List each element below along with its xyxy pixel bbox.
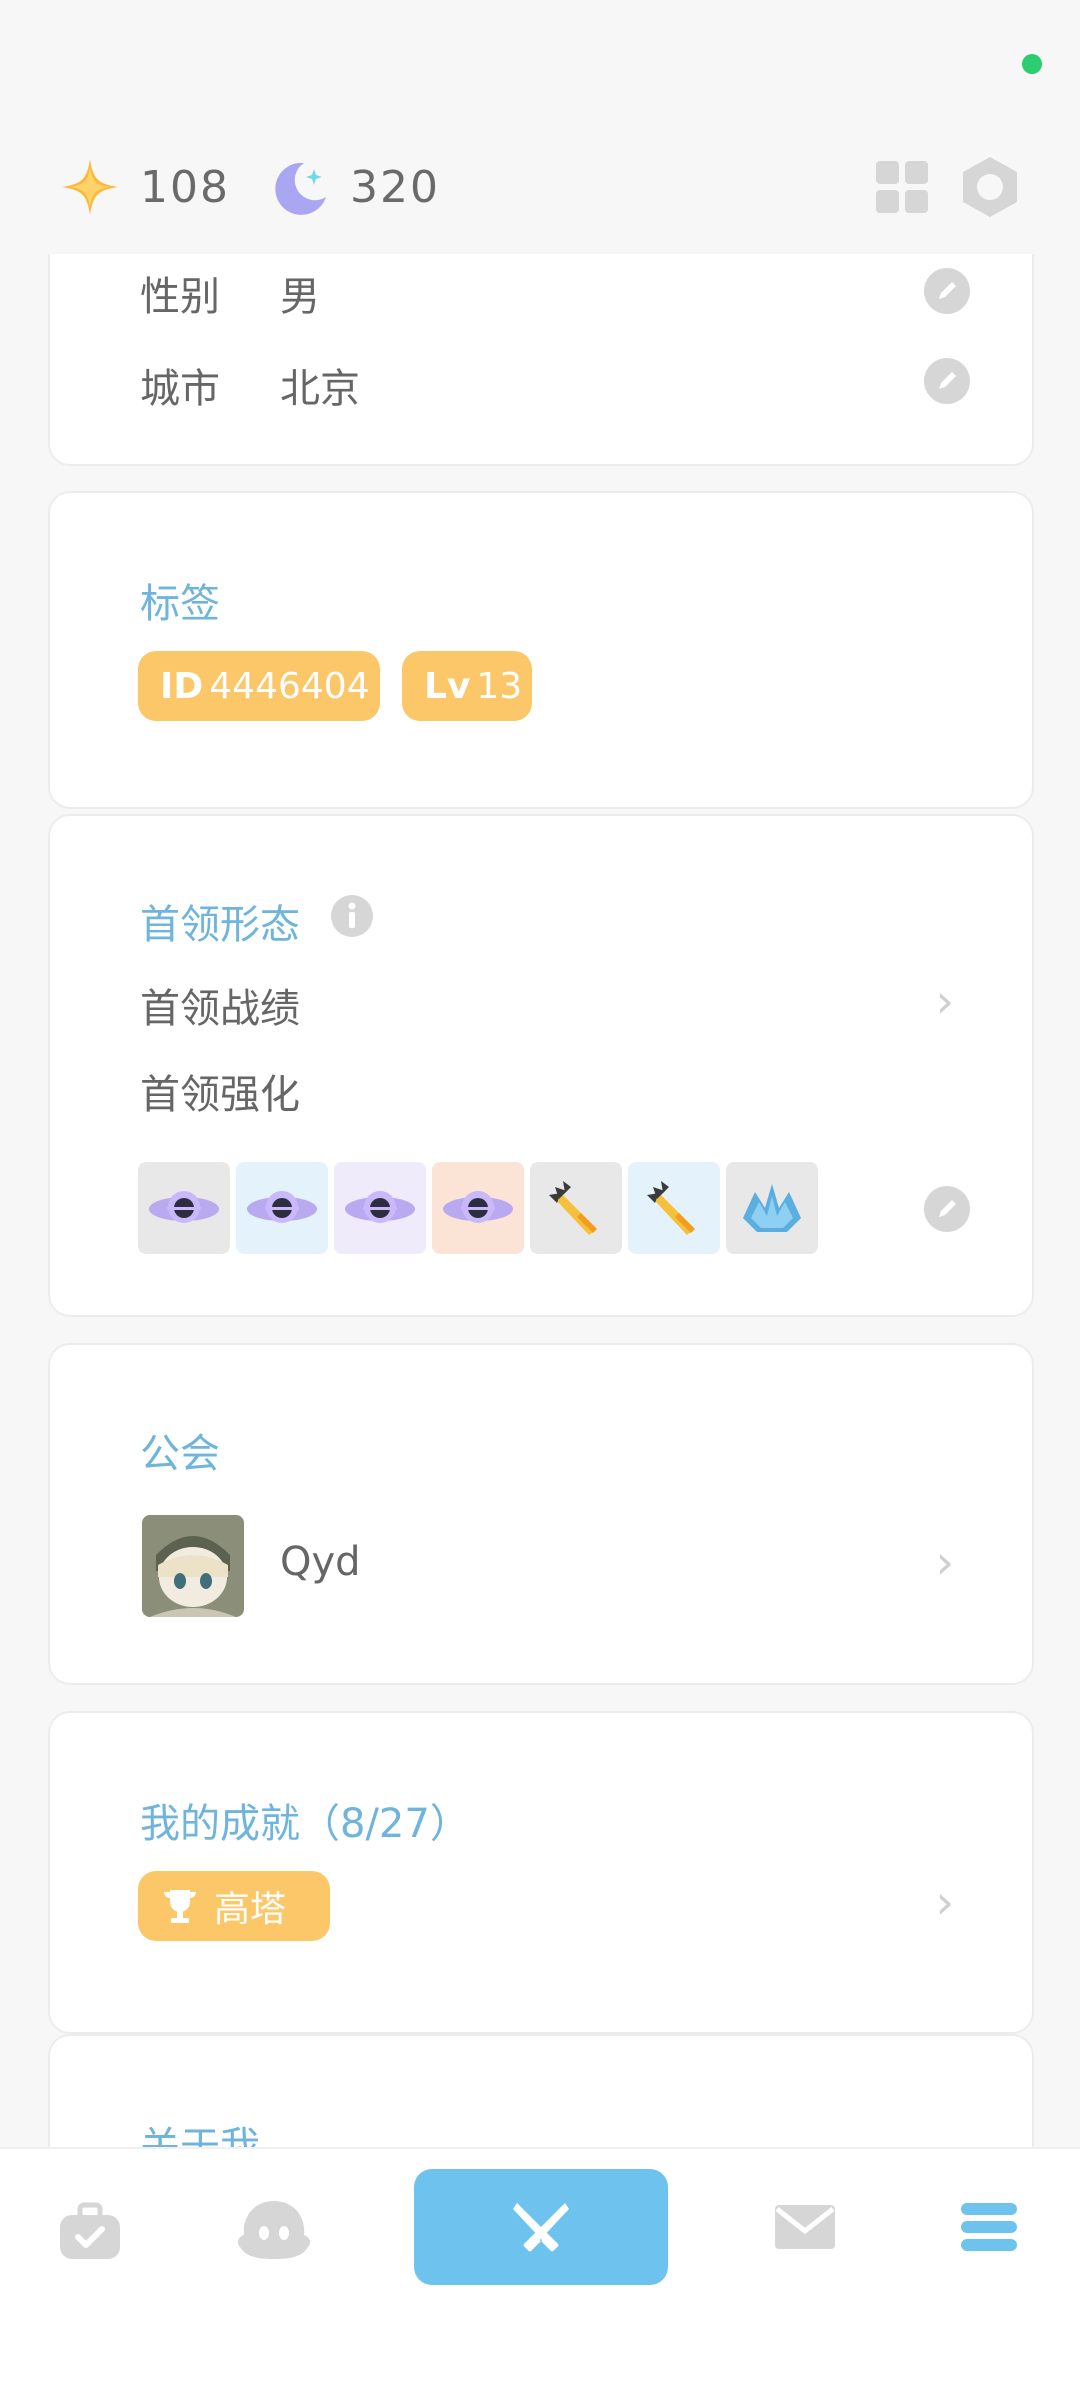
star-currency-icon [62,159,118,215]
guild-title: 公会 [140,1431,220,1477]
boss-record-label: 首领战绩 [140,986,300,1032]
level-tag-prefix: Lv [424,665,471,707]
edit-boss-button[interactable] [924,1186,970,1232]
guild-avatar-image [142,1515,244,1617]
level-tag: Lv 13 [402,651,532,721]
boss-item[interactable] [628,1162,720,1254]
boss-item[interactable] [236,1162,328,1254]
id-tag: ID 4446404 [138,651,380,721]
tags-card: 标签 ID 4446404 Lv 13 [48,491,1034,809]
moon-currency-value: 320 [349,161,440,213]
pencil-icon [939,372,956,389]
nav-bag[interactable] [56,2197,124,2265]
hexagon-icon[interactable] [960,155,1020,219]
edit-city-button[interactable] [924,358,970,404]
edit-gender-button[interactable] [924,268,970,314]
character-icon [237,2201,311,2259]
black-hole-boss-icon [247,1191,317,1223]
id-tag-value: 4446404 [209,665,370,707]
profile-scroll[interactable]: 性别 男 城市 北京 标签 ID 4446404 Lv 13 首领形态 首领战绩 [0,254,1080,2147]
nav-battle[interactable] [414,2169,668,2285]
city-label: 城市 [140,366,220,412]
id-tag-prefix: ID [160,665,204,707]
boss-item[interactable] [726,1162,818,1254]
pencil-icon [939,1200,956,1217]
moon-currency[interactable]: 320 [270,157,440,217]
star-currency-value: 108 [140,161,230,213]
black-hole-boss-icon [345,1191,415,1223]
guild-avatar [142,1515,244,1617]
chevron-right-icon: › [935,1875,954,1929]
guild-name: Qyd [280,1539,361,1585]
nav-menu[interactable] [958,2199,1020,2255]
top-bar: 108 320 [0,120,1080,254]
rocket-boss-icon [647,1181,695,1235]
achievements-row[interactable]: 高塔 › [50,1871,1032,1943]
achievements-card: 我的成就（8/27） 高塔 › [48,1711,1034,2034]
menu-icon [961,2203,1017,2251]
moon-currency-icon [275,162,326,215]
about-card: 关于我 [48,2034,1034,2147]
boss-item[interactable] [334,1162,426,1254]
grid-icon[interactable] [874,159,930,215]
basic-info-card: 性别 男 城市 北京 [48,254,1034,466]
tags-title: 标签 [140,581,220,627]
guild-card: 公会 Qyd › [48,1343,1034,1685]
guild-row[interactable]: Qyd › [50,1515,1032,1617]
star-currency[interactable]: 108 [60,157,230,217]
bag-icon [60,2202,120,2259]
chevron-right-icon: › [935,974,954,1028]
black-hole-boss-icon [149,1191,219,1223]
bottom-navigation [0,2147,1080,2400]
boss-list [138,1162,938,1254]
trophy-icon [164,1890,196,1923]
nav-mail[interactable] [772,2201,838,2253]
status-indicator [1022,54,1042,74]
rocket-boss-icon [549,1181,597,1235]
black-hole-boss-icon [443,1191,513,1223]
info-icon[interactable] [330,894,374,938]
about-title: 关于我 [140,2124,260,2147]
boss-enhance-label: 首领强化 [140,1072,300,1118]
gender-label: 性别 [140,274,220,320]
mail-icon [775,2205,835,2249]
city-value: 北京 [280,366,360,412]
ice-crystal-boss-icon [743,1184,801,1232]
boss-item[interactable] [432,1162,524,1254]
nav-character[interactable] [236,2193,312,2265]
achievements-title: 我的成就（8/27） [140,1801,470,1847]
gender-value: 男 [280,274,320,320]
pencil-icon [939,282,956,299]
tower-achievement-label: 高塔 [214,1889,287,1930]
boss-record-row[interactable]: 首领战绩 › [50,974,1032,1040]
boss-form-card: 首领形态 首领战绩 › 首领强化 [48,814,1034,1317]
chevron-right-icon: › [935,1535,954,1589]
level-tag-value: 13 [476,665,523,707]
tower-achievement-badge: 高塔 [138,1871,330,1941]
boss-form-title: 首领形态 [140,902,300,948]
boss-item[interactable] [530,1162,622,1254]
boss-item[interactable] [138,1162,230,1254]
battle-icon [513,2203,569,2252]
